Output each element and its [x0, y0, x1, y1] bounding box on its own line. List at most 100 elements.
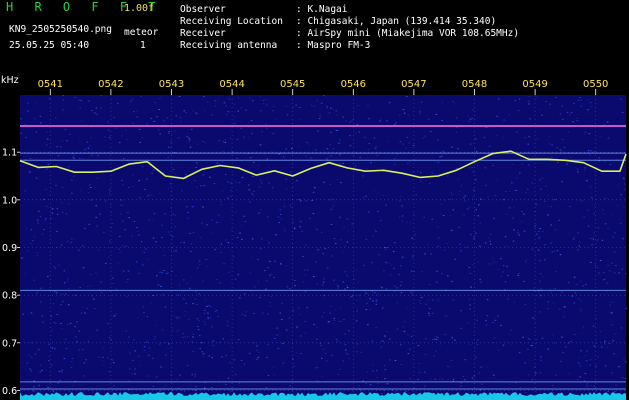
noise-speckle	[62, 109, 64, 111]
noise-speckle	[587, 210, 589, 211]
noise-speckle	[553, 199, 556, 201]
noise-speckle	[298, 146, 300, 148]
noise-speckle	[39, 287, 42, 289]
noise-speckle	[573, 276, 576, 278]
noise-speckle	[336, 114, 338, 116]
noise-speckle	[492, 261, 495, 263]
noise-speckle	[203, 95, 205, 97]
noise-speckle	[603, 272, 605, 274]
noise-speckle	[143, 346, 146, 348]
noise-speckle	[115, 313, 118, 314]
noise-speckle	[88, 223, 90, 225]
noise-speckle	[431, 339, 434, 340]
noise-speckle	[107, 121, 109, 123]
noise-speckle	[108, 240, 111, 242]
noise-speckle	[328, 112, 331, 114]
noise-speckle	[372, 364, 374, 366]
noise-speckle	[30, 229, 33, 231]
noise-speckle	[190, 251, 192, 252]
noise-speckle	[89, 184, 91, 186]
noise-speckle	[528, 95, 531, 97]
noise-speckle	[142, 264, 144, 266]
noise-speckle	[384, 248, 387, 250]
noise-speckle	[610, 324, 613, 326]
noise-speckle	[137, 230, 139, 232]
noise-speckle	[143, 252, 145, 253]
noise-speckle	[210, 231, 212, 233]
noise-speckle	[234, 103, 236, 105]
noise-speckle	[597, 239, 599, 241]
noise-speckle	[136, 227, 138, 229]
noise-speckle	[466, 322, 469, 324]
noise-speckle	[33, 118, 36, 120]
noise-speckle	[468, 207, 470, 209]
noise-speckle	[194, 298, 197, 300]
noise-speckle	[487, 237, 490, 239]
noise-speckle	[591, 197, 593, 199]
noise-speckle	[278, 222, 280, 223]
noise-speckle	[593, 213, 595, 215]
noise-speckle	[84, 148, 87, 150]
noise-speckle	[488, 263, 490, 265]
noise-speckle	[183, 241, 185, 243]
noise-speckle	[52, 208, 54, 210]
noise-speckle	[143, 312, 145, 314]
noise-speckle	[521, 163, 524, 165]
noise-speckle	[329, 199, 331, 201]
noise-speckle	[475, 209, 477, 211]
noise-speckle	[574, 292, 577, 294]
noise-speckle	[224, 142, 227, 143]
noise-speckle	[94, 112, 96, 114]
noise-speckle	[561, 181, 563, 183]
noise-speckle	[282, 228, 285, 230]
noise-speckle	[604, 365, 607, 367]
noise-speckle	[442, 378, 444, 380]
noise-speckle	[251, 133, 253, 135]
noise-speckle	[547, 194, 550, 196]
noise-speckle	[177, 294, 180, 296]
noise-speckle	[541, 337, 544, 339]
noise-speckle	[154, 102, 156, 104]
noise-speckle	[356, 308, 358, 310]
noise-speckle	[261, 131, 263, 133]
noise-speckle	[207, 312, 209, 314]
noise-speckle	[450, 359, 453, 361]
noise-speckle	[479, 245, 481, 247]
noise-speckle	[30, 370, 33, 372]
noise-speckle	[204, 110, 206, 112]
noise-speckle	[571, 295, 573, 297]
noise-speckle	[235, 181, 237, 183]
noise-speckle	[111, 359, 113, 361]
noise-speckle	[335, 338, 338, 340]
noise-speckle	[176, 330, 179, 332]
noise-speckle	[606, 290, 608, 292]
noise-speckle	[114, 314, 117, 316]
noise-speckle	[582, 308, 585, 310]
noise-speckle	[492, 257, 494, 259]
noise-speckle	[159, 271, 161, 273]
noise-speckle	[477, 339, 479, 341]
noise-speckle	[433, 355, 435, 357]
noise-speckle	[438, 162, 440, 163]
noise-speckle	[272, 187, 274, 189]
noise-speckle	[563, 316, 565, 318]
noise-speckle	[136, 110, 139, 112]
noise-speckle	[328, 321, 330, 323]
noise-speckle	[500, 324, 502, 326]
noise-speckle	[196, 186, 198, 188]
noise-speckle	[69, 391, 71, 393]
noise-speckle	[67, 324, 69, 326]
noise-speckle	[332, 108, 334, 110]
noise-speckle	[512, 217, 514, 219]
noise-speckle	[38, 210, 40, 212]
noise-speckle	[204, 300, 207, 301]
noise-speckle	[253, 286, 256, 288]
noise-speckle	[394, 123, 396, 125]
noise-speckle	[221, 190, 224, 192]
noise-speckle	[386, 383, 389, 385]
noise-speckle	[131, 235, 133, 237]
noise-speckle	[500, 258, 502, 260]
noise-speckle	[162, 330, 164, 332]
noise-speckle	[505, 191, 507, 192]
noise-speckle	[121, 180, 123, 181]
